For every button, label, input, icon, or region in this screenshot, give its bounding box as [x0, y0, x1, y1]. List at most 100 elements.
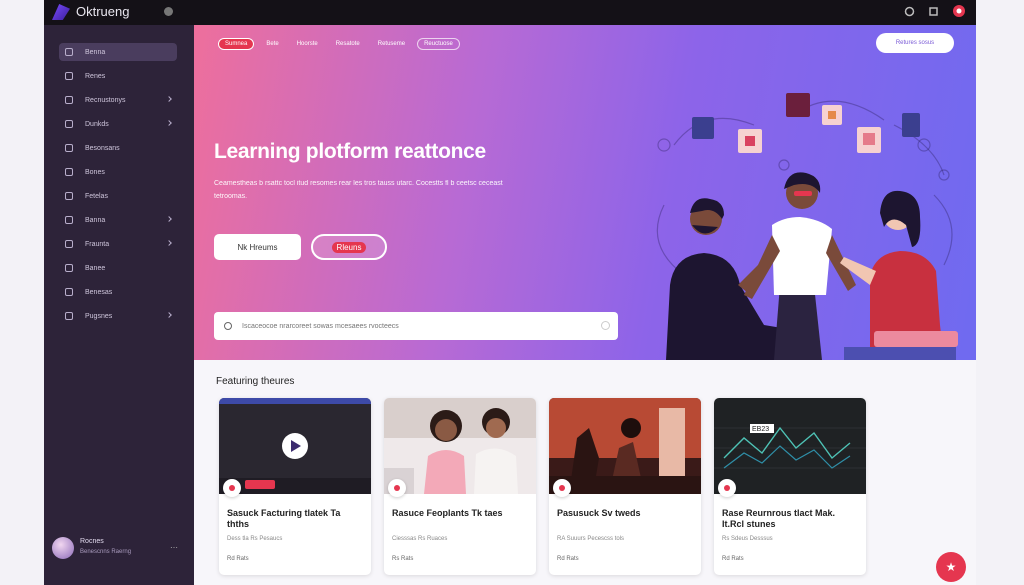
- clear-icon[interactable]: [601, 321, 610, 330]
- hero-top-button[interactable]: Retures sosus: [876, 33, 954, 53]
- card-meta: Dess tla Rs Pesaucs: [227, 536, 283, 542]
- secondary-cta-button[interactable]: Rleuns: [311, 234, 387, 260]
- gear-icon: [65, 96, 73, 104]
- people-thumbnail: [384, 398, 536, 494]
- chart-label: EB23: [752, 426, 769, 433]
- card-title: Rasuce Feoplants Tk taes: [392, 508, 503, 518]
- sidebar-item-4[interactable]: Besonsans: [59, 139, 177, 157]
- tab-1[interactable]: Bete: [260, 39, 284, 49]
- hero-illustration: [656, 93, 958, 360]
- document-icon: [65, 192, 73, 200]
- search-icon: [224, 322, 232, 330]
- sidebar-item-label: Dunkds: [85, 120, 109, 128]
- secondary-cta-label: Rleuns: [331, 241, 367, 253]
- badge-icon: [223, 479, 241, 497]
- settings-icon: [65, 312, 73, 320]
- card-meta: Rs Sdeus Desssus: [722, 536, 773, 542]
- card-footer: Rd Rats: [227, 556, 249, 562]
- sidebar-item-label: Recnustonys: [85, 96, 126, 104]
- sidebar-item-label: Fraunta: [85, 240, 110, 248]
- sidebar-item-1[interactable]: Renes: [59, 67, 177, 85]
- chevron-right-icon: [166, 312, 172, 318]
- sidebar-item-2[interactable]: Recnustonys: [59, 91, 177, 109]
- hero-banner: Sumnea Bete Hoorste Resatote Retuseme Re…: [194, 25, 976, 360]
- grid-icon: [65, 120, 73, 128]
- sidebar-item-9[interactable]: Banee: [59, 259, 177, 277]
- card-meta: RA Suuurs Pecescss tols: [557, 536, 625, 542]
- badge-icon: [388, 479, 406, 497]
- user-name: Rocnes: [80, 538, 104, 545]
- avatar: [52, 537, 74, 559]
- tab-3[interactable]: Resatote: [330, 39, 366, 49]
- search-input[interactable]: [242, 322, 582, 330]
- course-card[interactable]: EB23 Rase Reurnrous tlact Mak. It.Rcl st…: [714, 398, 866, 575]
- card-meta: Ciesssas Rs Ruaces: [392, 536, 448, 542]
- app-name: Oktrueng: [76, 4, 130, 19]
- chevron-right-icon: [166, 120, 172, 126]
- hero-tabs: Sumnea Bete Hoorste Resatote Retuseme Re…: [218, 37, 460, 51]
- home-icon: [65, 48, 73, 56]
- video-thumbnail: [219, 398, 371, 494]
- users-icon: [65, 288, 73, 296]
- sidebar-user[interactable]: Rocnes Benescnns Raerng ⋯: [52, 537, 186, 563]
- card-footer: Rs Rats: [392, 556, 414, 562]
- course-card[interactable]: Rasuce Feoplants Tk taes Ciesssas Rs Rua…: [384, 398, 536, 575]
- sidebar-item-label: Fetelas: [85, 192, 108, 200]
- sidebar-item-8[interactable]: Fraunta: [59, 235, 177, 253]
- card-title: Pasusuck Sv tweds: [557, 508, 641, 518]
- status-dot-icon[interactable]: [164, 7, 173, 16]
- course-card[interactable]: Sasuck Facturing tlatek Ta thths Dess tl…: [219, 398, 371, 575]
- card-title: Rase Reurnrous tlact Mak. It.Rcl stunes: [722, 508, 836, 529]
- course-card[interactable]: Pasusuck Sv tweds RA Suuurs Pecescss tol…: [549, 398, 701, 575]
- sidebar-item-5[interactable]: Bones: [59, 163, 177, 181]
- badge-icon: [718, 479, 736, 497]
- sidebar-item-3[interactable]: Dunkds: [59, 115, 177, 133]
- section-title: Featuring theures: [216, 376, 295, 387]
- sidebar-item-10[interactable]: Benesas: [59, 283, 177, 301]
- card-footer: Rd Rats: [722, 556, 744, 562]
- star-icon: ★: [945, 560, 957, 574]
- sidebar-item-label: Besonsans: [85, 144, 120, 152]
- sidebar-item-label: Pugsnes: [85, 312, 113, 320]
- more-icon[interactable]: ⋯: [170, 543, 178, 552]
- top-bar: Oktrueng: [44, 0, 976, 25]
- hero-subtitle: Ceamestheas b rsattc tocl itud resomes r…: [214, 180, 503, 200]
- notification-icon[interactable]: [904, 6, 915, 17]
- sidebar-item-0[interactable]: Benna: [59, 43, 177, 61]
- search-bar[interactable]: [214, 312, 618, 340]
- tab-0[interactable]: Sumnea: [218, 38, 255, 50]
- star-icon: [65, 264, 73, 272]
- grid-icon: [65, 72, 73, 80]
- sidebar-item-label: Benna: [85, 48, 106, 56]
- app-window: Oktrueng Benna Renes Recnustonys Dunkds …: [44, 0, 976, 585]
- calendar-icon: [65, 216, 73, 224]
- app-logo: [52, 4, 70, 20]
- folder-icon: [65, 168, 73, 176]
- sidebar-item-7[interactable]: Banna: [59, 211, 177, 229]
- chat-fab-button[interactable]: ★: [936, 552, 966, 582]
- chart-thumbnail: EB23: [714, 398, 866, 494]
- tab-4[interactable]: Retuseme: [372, 39, 411, 49]
- card-title: Sasuck Facturing tlatek Ta thths: [227, 508, 341, 529]
- book-icon: [65, 144, 73, 152]
- card-footer: Rd Rats: [557, 556, 579, 562]
- sidebar: Benna Renes Recnustonys Dunkds Besonsans…: [44, 25, 194, 585]
- tab-2[interactable]: Hoorste: [291, 39, 324, 49]
- chat-icon: [65, 240, 73, 248]
- window-icon[interactable]: [928, 6, 939, 17]
- badge-icon: [553, 479, 571, 497]
- sidebar-item-label: Bones: [85, 168, 105, 176]
- sidebar-item-label: Benesas: [85, 288, 113, 296]
- sidebar-item-6[interactable]: Fetelas: [59, 187, 177, 205]
- user-menu-icon[interactable]: [952, 4, 966, 18]
- sidebar-item-label: Banna: [85, 216, 106, 224]
- chevron-right-icon: [166, 240, 172, 246]
- chevron-right-icon: [166, 96, 172, 102]
- lab-thumbnail: [549, 398, 701, 494]
- sidebar-item-11[interactable]: Pugsnes: [59, 307, 177, 325]
- tab-5[interactable]: Reuctuose: [417, 38, 460, 50]
- primary-cta-button[interactable]: Nk Hreums: [214, 234, 301, 260]
- sidebar-item-label: Renes: [85, 72, 106, 80]
- chevron-right-icon: [166, 216, 172, 222]
- page-title: Learning plotform reattonce: [214, 140, 486, 163]
